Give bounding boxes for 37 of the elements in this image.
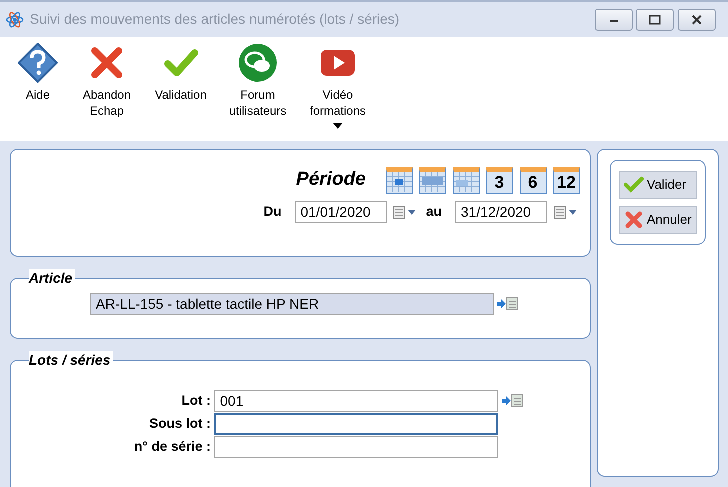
input-field[interactable]	[214, 436, 498, 458]
maximize-button[interactable]	[636, 8, 674, 30]
atom-icon	[6, 10, 24, 28]
calendar-button[interactable]	[419, 166, 446, 194]
period-preset-button[interactable]: 12	[553, 166, 580, 194]
validate-button[interactable]: Valider	[619, 171, 697, 199]
checkmark-icon[interactable]	[624, 175, 644, 195]
toolbar-button[interactable]: Validation	[146, 43, 216, 141]
window-title: Suivi des mouvements des articles numérotés (lots / séries)	[30, 10, 401, 29]
toolbar-button[interactable]: Abandon Echap	[68, 43, 146, 141]
date-field[interactable]: 01/01/2020	[294, 201, 387, 223]
field-label: Sous lot :	[148, 414, 211, 433]
chat-bubbles-icon[interactable]	[238, 43, 278, 83]
field-label: Lot :	[180, 392, 211, 410]
toolbar-button[interactable]: Forum utilisateurs	[216, 43, 300, 141]
calendar-icon[interactable]	[554, 206, 566, 218]
period-title: Période	[296, 168, 366, 192]
date-label: au	[426, 202, 442, 221]
toolbar-button[interactable]: Vidéo formations	[300, 43, 376, 141]
cancel-button[interactable]: Annuler	[619, 206, 697, 234]
article-field[interactable]: AR-LL-155 - tablette tactile HP NER	[90, 293, 494, 315]
lookup-icon[interactable]	[502, 394, 524, 408]
date-label: Du	[264, 202, 282, 221]
input-field[interactable]: 001	[214, 390, 498, 412]
help-icon[interactable]	[18, 43, 58, 83]
calendar-button[interactable]	[386, 166, 412, 194]
field-label: n° de série :	[133, 438, 211, 456]
calendar-button[interactable]	[452, 166, 480, 194]
period-preset-button[interactable]: 6	[520, 166, 546, 194]
caret-icon[interactable]	[333, 123, 343, 129]
lookup-icon[interactable]	[497, 297, 520, 311]
date-field[interactable]: 31/12/2020	[455, 201, 547, 223]
input-field[interactable]	[214, 413, 498, 435]
toolbar-button[interactable]: Aide	[8, 43, 68, 141]
close-button[interactable]	[678, 8, 716, 30]
calendar-icon[interactable]	[393, 206, 406, 218]
period-preset-button[interactable]: 3	[486, 166, 513, 194]
